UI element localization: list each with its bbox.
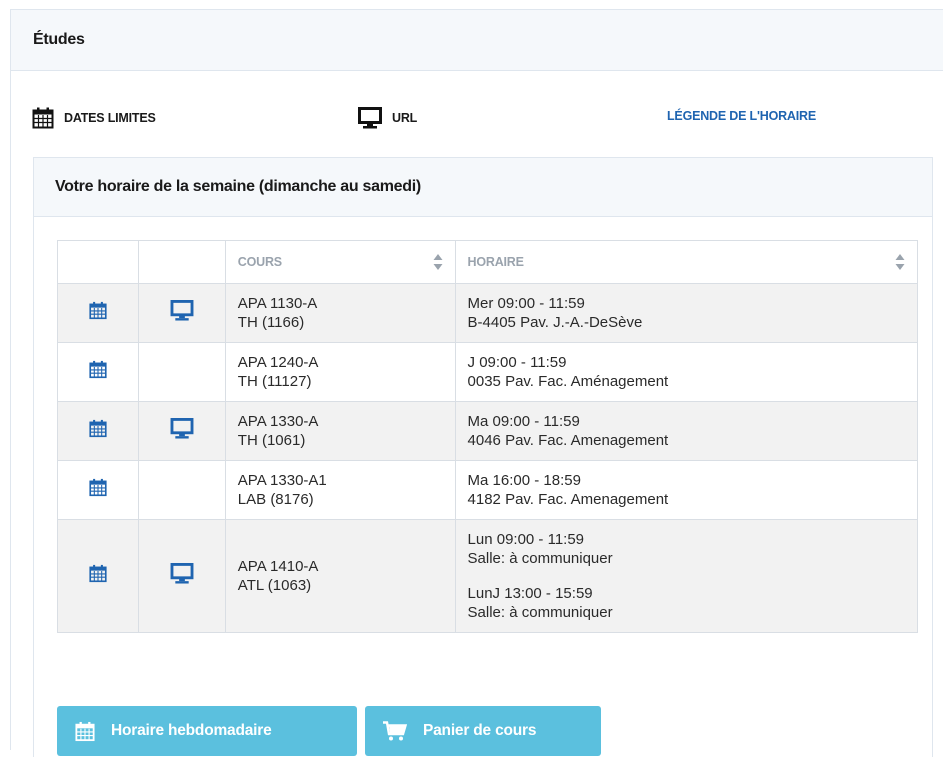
slot-time: Ma 16:00 - 18:59 <box>467 472 581 489</box>
course-section: TH (1061) <box>237 432 306 449</box>
sort-icon[interactable] <box>433 253 443 271</box>
col-calendar-header <box>57 240 139 284</box>
url-cell <box>137 519 226 633</box>
slot-room: 4046 Pav. Fac. Amenagement <box>467 432 669 449</box>
course-cell: APA 1130-A TH (1166) <box>224 283 456 343</box>
schedule-cell: J 09:00 - 11:59 0035 Pav. Fac. Aménagemen… <box>454 342 919 402</box>
calendar-icon[interactable] <box>89 360 107 379</box>
schedule-title: Votre horaire de la semaine (dimanche au… <box>34 158 932 217</box>
col-cours-label: COURS <box>237 255 282 269</box>
slot-time: Lun 09:00 - 11:59 <box>467 531 585 548</box>
url-label: URL <box>392 111 418 125</box>
horaire-hebdomadaire-label: Horaire hebdomadaire <box>111 722 272 739</box>
course-code: APA 1410-A <box>237 558 319 575</box>
course-cell: APA 1330-A1 LAB (8176) <box>224 460 456 520</box>
action-buttons: Horaire hebdomadaire Panier de cours <box>57 706 601 756</box>
slot-room: 0035 Pav. Fac. Aménagement <box>467 373 669 390</box>
panier-de-cours-label: Panier de cours <box>423 722 537 739</box>
cart-icon <box>383 721 407 741</box>
course-code: APA 1330-A1 <box>237 472 327 489</box>
slot-time: Mer 09:00 - 11:59 <box>467 295 585 312</box>
slot-time: J 09:00 - 11:59 <box>467 354 567 371</box>
calendar-cell <box>57 460 139 520</box>
monitor-icon <box>358 107 382 129</box>
course-section: TH (11127) <box>237 373 312 390</box>
slot-time: Ma 09:00 - 11:59 <box>467 413 580 430</box>
col-horaire-label: HORAIRE <box>467 255 524 269</box>
schedule-cell: Lun 09:00 - 11:59 Salle: à communiquer Lun… <box>454 519 919 633</box>
calendar-icon <box>75 721 95 741</box>
schedule-cell: Ma 09:00 - 11:59 4046 Pav. Fac. Amenageme… <box>454 401 919 461</box>
course-cell: APA 1240-A TH (11127) <box>224 342 456 402</box>
course-code: APA 1130-A <box>237 295 318 312</box>
slot-time: LunJ 13:00 - 15:59 <box>467 585 593 602</box>
course-section: TH (1166) <box>237 314 305 331</box>
schedule-panel: Votre horaire de la semaine (dimanche au… <box>33 157 933 757</box>
course-section: ATL (1063) <box>237 577 312 594</box>
calendar-icon[interactable] <box>89 478 107 497</box>
calendar-icon[interactable] <box>89 301 107 320</box>
calendar-icon[interactable] <box>89 564 107 583</box>
col-horaire-header[interactable]: HORAIRE <box>454 240 919 284</box>
table-row: APA 1240-A TH (11127) J 09:00 - 11:59 0035 … <box>57 342 919 402</box>
course-code: APA 1240-A <box>237 354 319 371</box>
url-cell <box>137 342 226 402</box>
section-title: Études <box>11 10 943 71</box>
monitor-icon[interactable] <box>170 300 194 321</box>
table-header-row: COURS HORAIRE <box>57 240 919 284</box>
course-cell: APA 1410-A ATL (1063) <box>224 519 456 633</box>
col-cours-header[interactable]: COURS <box>224 240 456 284</box>
calendar-cell <box>57 519 139 633</box>
col-url-header <box>137 240 226 284</box>
panier-de-cours-button[interactable]: Panier de cours <box>365 706 601 756</box>
table-row: APA 1410-A ATL (1063) Lun 09:00 - 11:59 Sal… <box>57 519 919 633</box>
etudes-card: Études DATES LIMITES URL LÉGENDE DE L'HO… <box>10 9 943 757</box>
horaire-hebdomadaire-button[interactable]: Horaire hebdomadaire <box>57 706 357 756</box>
course-section: LAB (8176) <box>237 491 314 508</box>
course-code: APA 1330-A <box>237 413 319 430</box>
monitor-icon[interactable] <box>170 418 194 439</box>
calendar-cell <box>57 342 139 402</box>
sort-icon[interactable] <box>895 253 905 271</box>
slot-room: Salle: à communiquer <box>467 550 613 567</box>
schedule-cell: Mer 09:00 - 11:59 B-4405 Pav. J.-A.-DeSèv… <box>454 283 919 343</box>
table-row: APA 1330-A1 LAB (8176) Ma 16:00 - 18:59 418… <box>57 460 919 520</box>
calendar-icon <box>32 107 54 129</box>
slot-room: Salle: à communiquer <box>467 604 613 621</box>
calendar-icon[interactable] <box>89 419 107 438</box>
schedule-cell: Ma 16:00 - 18:59 4182 Pav. Fac. Amenageme… <box>454 460 919 520</box>
calendar-cell <box>57 401 139 461</box>
legende-link[interactable]: LÉGENDE DE L'HORAIRE <box>667 109 816 123</box>
monitor-icon[interactable] <box>170 563 194 584</box>
url-cell <box>137 401 226 461</box>
calendar-cell <box>57 283 139 343</box>
slot-room: 4182 Pav. Fac. Amenagement <box>467 491 669 508</box>
course-cell: APA 1330-A TH (1061) <box>224 401 456 461</box>
dates-limites-link[interactable]: DATES LIMITES <box>32 107 156 129</box>
slot-room: B-4405 Pav. J.-A.-DeSève <box>467 314 643 331</box>
links-bar: DATES LIMITES URL LÉGENDE DE L'HORAIRE <box>32 107 912 129</box>
table-row: APA 1330-A TH (1061) Ma 09:00 - 11:59 4046 … <box>57 401 919 461</box>
schedule-table: COURS HORAIRE APA 1130-A TH (1166) Mer 09:… <box>57 240 919 633</box>
dates-limites-label: DATES LIMITES <box>64 111 156 125</box>
url-link[interactable]: URL <box>358 107 417 129</box>
table-row: APA 1130-A TH (1166) Mer 09:00 - 11:59 B-44… <box>57 283 919 343</box>
url-cell <box>137 460 226 520</box>
url-cell <box>137 283 226 343</box>
